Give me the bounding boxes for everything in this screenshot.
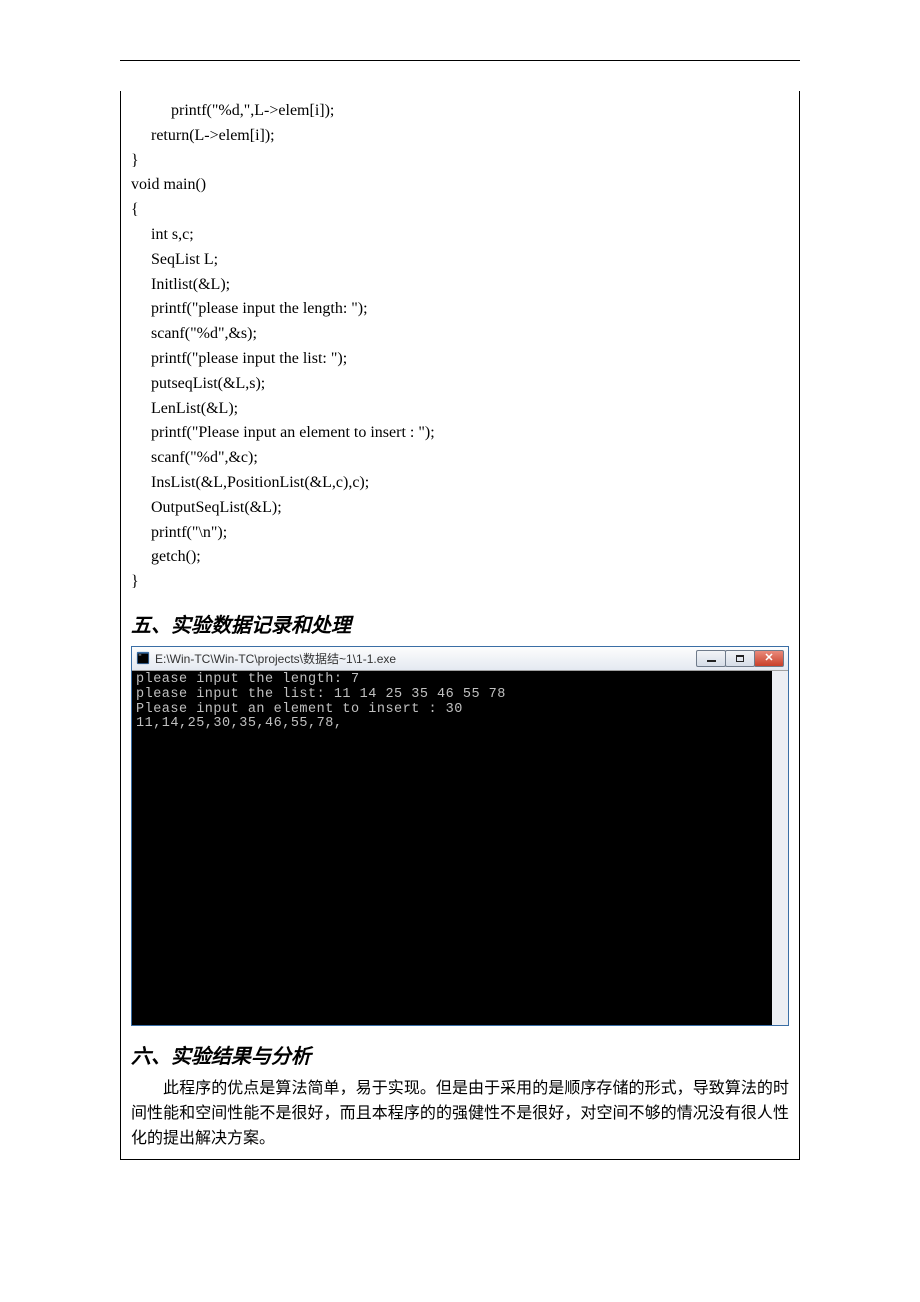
code-line: } xyxy=(131,152,139,169)
section-6-body-text: 此程序的优点是算法简单，易于实现。但是由于采用的是顺序存储的形式，导致算法的时间… xyxy=(131,1080,789,1147)
code-line: printf("please input the list: "); xyxy=(131,350,347,367)
code-line: printf("\n"); xyxy=(131,524,227,541)
section-6-heading: 六、实验结果与分析 xyxy=(131,1040,789,1069)
document-page: printf("%d,",L->elem[i]); return(L->elem… xyxy=(0,0,920,1302)
code-line: return(L->elem[i]); xyxy=(131,127,275,144)
code-line: } xyxy=(131,573,139,590)
section-6-body: 此程序的优点是算法简单，易于实现。但是由于采用的是顺序存储的形式，导致算法的时间… xyxy=(131,1077,789,1151)
terminal-app-icon xyxy=(136,651,150,665)
terminal-window: E:\Win-TC\Win-TC\projects\数据结~1\1-1.exe … xyxy=(131,646,789,1026)
code-line: int s,c; xyxy=(131,226,194,243)
terminal-titlebar[interactable]: E:\Win-TC\Win-TC\projects\数据结~1\1-1.exe … xyxy=(132,647,788,671)
close-button[interactable]: ✕ xyxy=(754,650,784,667)
maximize-button[interactable] xyxy=(725,650,755,667)
code-line: void main() xyxy=(131,176,206,193)
terminal-title-text: E:\Win-TC\Win-TC\projects\数据结~1\1-1.exe xyxy=(155,650,692,667)
close-icon: ✕ xyxy=(764,653,773,664)
code-line: scanf("%d",&c); xyxy=(131,449,258,466)
code-block: printf("%d,",L->elem[i]); return(L->elem… xyxy=(131,99,789,595)
code-line: Initlist(&L); xyxy=(131,276,230,293)
code-line: SeqList L; xyxy=(131,251,218,268)
code-line: putseqList(&L,s); xyxy=(131,375,265,392)
minimize-button[interactable] xyxy=(696,650,726,667)
code-line: getch(); xyxy=(131,548,201,565)
terminal-output: please input the length: 7 please input … xyxy=(132,671,788,1025)
code-line: scanf("%d",&s); xyxy=(131,325,257,342)
window-controls: ✕ xyxy=(697,650,784,667)
content-frame: printf("%d,",L->elem[i]); return(L->elem… xyxy=(120,91,800,1160)
code-line: printf("please input the length: "); xyxy=(131,300,368,317)
code-line: OutputSeqList(&L); xyxy=(131,499,282,516)
header-rule xyxy=(120,60,800,61)
code-line: printf("Please input an element to inser… xyxy=(131,424,435,441)
code-line: InsList(&L,PositionList(&L,c),c); xyxy=(131,474,369,491)
code-line: LenList(&L); xyxy=(131,400,238,417)
section-5-heading: 五、实验数据记录和处理 xyxy=(131,609,789,638)
code-line: { xyxy=(131,201,139,218)
code-line: printf("%d,",L->elem[i]); xyxy=(131,102,334,119)
